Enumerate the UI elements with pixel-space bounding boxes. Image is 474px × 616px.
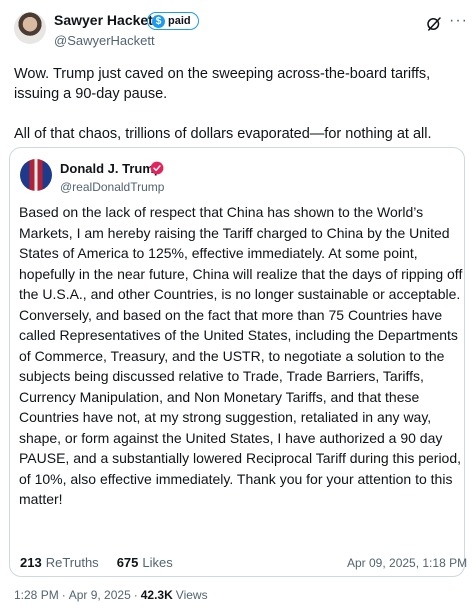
- paid-badge[interactable]: $ paid: [147, 12, 199, 30]
- separator: ·: [61, 588, 66, 602]
- dollar-icon: $: [152, 14, 165, 28]
- quoted-post-stats: 213 ReTruths 675 Likes: [20, 555, 173, 570]
- retruths-label: ReTruths: [45, 555, 99, 570]
- separator: ·: [133, 588, 138, 602]
- likes-label: Likes: [142, 555, 173, 570]
- quoted-post-text: Based on the lack of respect that China …: [19, 204, 463, 507]
- quoted-post-timestamp: Apr 09, 2025, 1:18 PM: [347, 556, 468, 570]
- author-name[interactable]: Sawyer Hackett: [54, 12, 158, 28]
- paid-label: paid: [168, 15, 191, 27]
- quoted-author-avatar: [20, 159, 52, 191]
- post-text: Wow. Trump just caved on the sweeping ac…: [14, 64, 460, 144]
- more-options-icon[interactable]: ···: [449, 12, 468, 30]
- likes-count: 675: [116, 555, 139, 570]
- author-avatar[interactable]: [14, 12, 46, 44]
- retruths-count: 213: [20, 555, 42, 570]
- quoted-author-handle: @realDonaldTrump: [60, 180, 165, 194]
- views-label: Views: [175, 588, 208, 602]
- views-count: 42.3K: [140, 588, 173, 602]
- post-metadata: 1:28 PM · Apr 9, 2025 · 42.3K Views: [14, 588, 208, 602]
- grok-icon[interactable]: [425, 15, 443, 33]
- post-paragraph-2: All of that chaos, trillions of dollars …: [14, 126, 432, 142]
- author-handle[interactable]: @SawyerHackett: [54, 33, 155, 48]
- post-paragraph-1: Wow. Trump just caved on the sweeping ac…: [14, 66, 431, 102]
- verified-check-icon: [150, 161, 164, 175]
- post-date[interactable]: Apr 9, 2025: [69, 588, 131, 602]
- post-time[interactable]: 1:28 PM: [14, 588, 59, 602]
- quoted-author-name: Donald J. Trump: [60, 161, 162, 176]
